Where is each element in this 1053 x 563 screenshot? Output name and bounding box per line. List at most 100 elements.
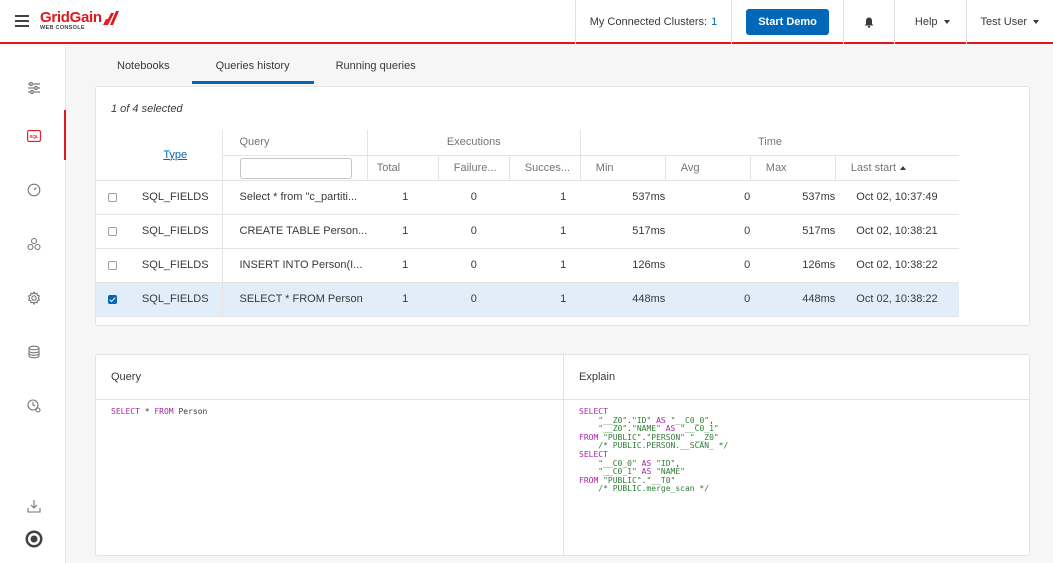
type-sort-link[interactable]: Type <box>163 149 187 161</box>
gridgain-badge-icon[interactable] <box>25 530 43 548</box>
menu-icon[interactable] <box>15 15 29 27</box>
time-header: Time <box>579 130 960 156</box>
total-cell: 1 <box>367 180 439 215</box>
table-row[interactable]: SQL_FIELDS Select * from "c_partiti... 1… <box>96 180 960 215</box>
start-demo-button[interactable]: Start Demo <box>746 9 829 35</box>
tab-notebooks[interactable]: Notebooks <box>95 56 192 84</box>
row-checkbox-cell[interactable] <box>96 180 129 215</box>
queries-table: Type Query Executions Time Total Failure… <box>96 130 960 317</box>
failures-header[interactable]: Failure... <box>437 155 510 181</box>
gauge-icon[interactable] <box>26 182 42 198</box>
query-cell: INSERT INTO Person(I... <box>221 248 368 283</box>
table-row[interactable]: SQL_FIELDS CREATE TABLE Person... 1 0 1 … <box>96 214 960 249</box>
connected-clusters[interactable]: My Connected Clusters: 1 <box>574 0 732 44</box>
database-icon[interactable] <box>26 344 42 360</box>
chevron-down-icon <box>943 20 950 24</box>
row-checkbox-cell[interactable] <box>96 248 129 283</box>
query-cell: SELECT * FROM Person <box>221 282 368 317</box>
panel-divider <box>563 355 564 555</box>
explain-code[interactable]: SELECT "__Z0"."ID" AS "__C0_0", "__Z0"."… <box>579 407 728 494</box>
type-cell: SQL_FIELDS <box>129 282 222 317</box>
avg-cell: 0 <box>665 282 751 317</box>
row-checkbox-checked[interactable] <box>108 294 117 304</box>
last-start-cell: Oct 02, 10:38:22 <box>835 248 960 283</box>
top-header: GridGain WEB CONSOLE My Connected Cluste… <box>0 0 1053 44</box>
total-header[interactable]: Total <box>366 155 439 181</box>
avg-header[interactable]: Avg <box>664 155 751 181</box>
tab-bar: Notebooks Queries history Running querie… <box>95 56 438 86</box>
max-cell: 537ms <box>750 180 836 215</box>
table-row[interactable]: SQL_FIELDS INSERT INTO Person(I... 1 0 1… <box>96 248 960 283</box>
success-header[interactable]: Succes... <box>508 155 581 181</box>
type-header[interactable]: Type <box>129 130 222 181</box>
max-header[interactable]: Max <box>749 155 836 181</box>
start-demo-container: Start Demo <box>731 0 843 44</box>
min-cell: 537ms <box>580 180 666 215</box>
row-checkbox[interactable] <box>108 226 117 236</box>
total-cell: 1 <box>367 282 439 317</box>
explain-panel-title: Explain <box>564 355 1029 400</box>
notifications-bell[interactable] <box>842 0 894 44</box>
query-details-panel: Query Explain SELECT * FROM Person SELEC… <box>95 354 1030 556</box>
query-keyword-select: SELECT <box>111 407 140 416</box>
query-code[interactable]: SELECT * FROM Person <box>111 407 207 417</box>
query-filter-input[interactable] <box>239 157 352 179</box>
tab-queries-history[interactable]: Queries history <box>191 56 314 84</box>
success-cell: 1 <box>509 248 581 283</box>
header-row-columns: Total Failure... Succes... Min Avg Max L… <box>96 155 960 181</box>
gridgain-logo[interactable]: GridGain WEB CONSOLE <box>40 10 119 32</box>
download-icon[interactable] <box>26 498 42 514</box>
clusters-label: My Connected Clusters: <box>589 16 708 28</box>
failures-cell: 0 <box>438 282 510 317</box>
active-indicator <box>64 110 66 160</box>
query-cell: Select * from "c_partiti... <box>221 180 368 215</box>
table-row-selected[interactable]: SQL_FIELDS SELECT * FROM Person 1 0 1 44… <box>96 282 960 317</box>
help-menu[interactable]: Help <box>893 0 966 44</box>
min-cell: 126ms <box>580 248 666 283</box>
sql-icon[interactable]: SQL <box>26 128 42 144</box>
cluster-icon[interactable] <box>26 236 42 252</box>
total-cell: 1 <box>367 214 439 249</box>
max-cell: 126ms <box>750 248 836 283</box>
avg-cell: 0 <box>665 248 751 283</box>
query-header: Query <box>221 130 368 156</box>
help-label: Help <box>914 16 938 28</box>
failures-cell: 0 <box>438 214 510 249</box>
failures-cell: 0 <box>438 248 510 283</box>
sliders-icon[interactable] <box>26 80 42 96</box>
min-header[interactable]: Min <box>579 155 666 181</box>
min-cell: 517ms <box>580 214 666 249</box>
min-cell: 448ms <box>580 282 666 317</box>
row-checkbox-cell[interactable] <box>96 282 129 317</box>
clusters-count: 1 <box>711 16 718 28</box>
row-checkbox[interactable] <box>108 192 117 202</box>
gear-icon[interactable] <box>26 290 42 306</box>
query-keyword-from: FROM <box>154 407 174 416</box>
last-start-cell: Oct 02, 10:38:22 <box>835 282 960 317</box>
tab-running-queries[interactable]: Running queries <box>314 56 438 84</box>
type-cell: SQL_FIELDS <box>129 214 222 249</box>
queries-history-panel: 1 of 4 selected Type Query Executions Ti… <box>95 86 1030 326</box>
avg-cell: 0 <box>665 180 751 215</box>
row-checkbox-cell[interactable] <box>96 214 129 249</box>
row-checkbox[interactable] <box>108 260 117 270</box>
success-cell: 1 <box>509 282 581 317</box>
avg-cell: 0 <box>665 214 751 249</box>
clock-search-icon[interactable] <box>26 398 42 414</box>
sort-asc-icon <box>900 165 907 170</box>
chevron-down-icon <box>1033 20 1039 24</box>
selection-count: 1 of 4 selected <box>111 103 183 115</box>
user-label: Test User <box>980 16 1027 28</box>
max-cell: 448ms <box>750 282 836 317</box>
executions-header: Executions <box>366 130 581 156</box>
type-cell: SQL_FIELDS <box>129 248 222 283</box>
last-start-cell: Oct 02, 10:38:21 <box>835 214 960 249</box>
user-menu[interactable]: Test User <box>965 0 1053 44</box>
bell-icon <box>864 17 874 28</box>
last-start-header[interactable]: Last start <box>834 155 960 181</box>
success-cell: 1 <box>509 180 581 215</box>
checkbox-header <box>96 130 129 181</box>
query-filter-cell <box>221 155 368 181</box>
query-panel-title: Query <box>96 355 563 400</box>
failures-cell: 0 <box>438 180 510 215</box>
